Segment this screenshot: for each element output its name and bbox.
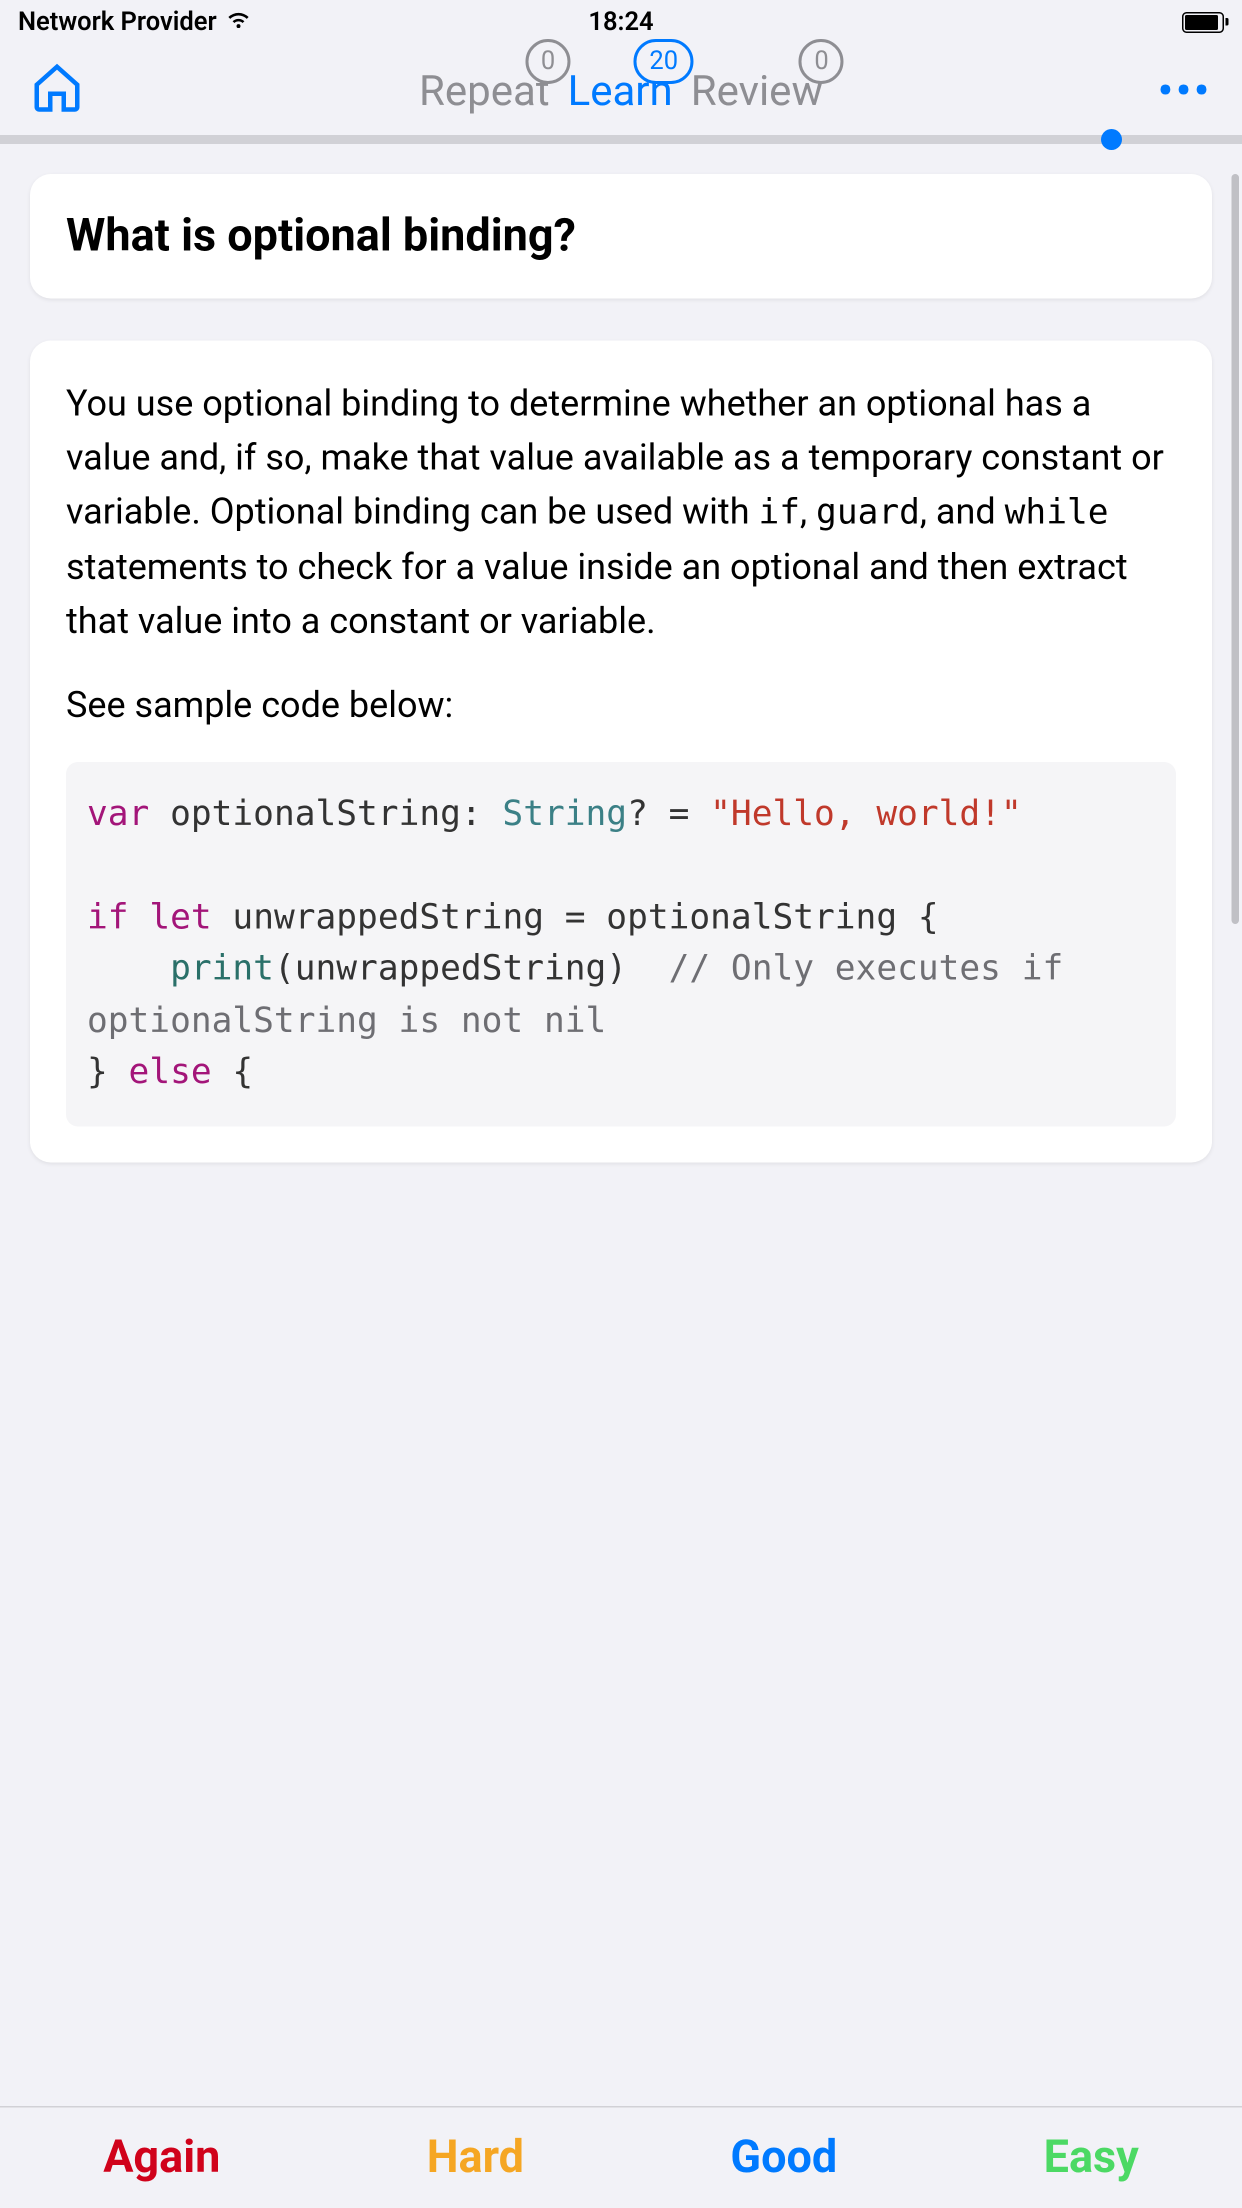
battery-icon [1182,12,1224,33]
tab-learn[interactable]: Learn 20 [559,65,682,115]
nav-bar: Repeat 0 Learn 20 Review 0 ••• [0,45,1242,135]
network-provider-label: Network Provider [18,8,217,38]
inline-code-if: if [758,494,800,533]
rating-bar: Again Hard Good Easy [0,2106,1242,2208]
progress-bar[interactable] [0,135,1242,144]
answer-card: You use optional binding to determine wh… [30,341,1212,1162]
answer-text: You use optional binding to determine wh… [66,377,1176,1126]
code-block: var optionalString: String? = "Hello, wo… [66,761,1176,1126]
content-area[interactable]: What is optional binding? You use option… [0,144,1242,2106]
inline-code-guard: guard [816,494,920,533]
rating-hard-button[interactable]: Hard [409,2120,542,2197]
tab-repeat[interactable]: Repeat 0 [410,65,559,115]
home-button[interactable] [30,60,84,120]
wifi-icon [226,8,253,38]
rating-good-button[interactable]: Good [712,2120,855,2197]
mode-tabs: Repeat 0 Learn 20 Review 0 [410,65,832,115]
rating-again-button[interactable]: Again [85,2120,238,2197]
answer-paragraph-2: See sample code below: [66,677,1176,731]
answer-paragraph-1: You use optional binding to determine wh… [66,377,1176,648]
scrollbar-thumb[interactable] [1232,174,1240,924]
question-card: What is optional binding? [30,174,1212,299]
tab-review-badge: 0 [799,38,844,83]
more-button[interactable]: ••• [1158,65,1212,115]
rating-easy-button[interactable]: Easy [1026,2120,1157,2197]
question-text: What is optional binding? [66,210,576,263]
tab-review[interactable]: Review 0 [682,65,832,115]
inline-code-while: while [1005,494,1109,533]
status-bar: Network Provider 18:24 [0,0,1242,45]
